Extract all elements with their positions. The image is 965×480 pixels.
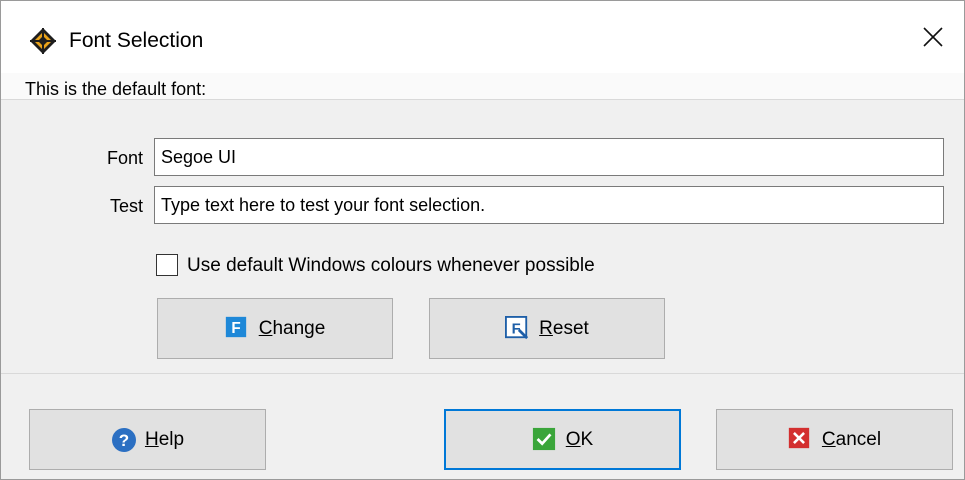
window-title: Font Selection bbox=[69, 29, 204, 52]
cancel-button[interactable]: Cancel bbox=[716, 409, 953, 470]
reset-button[interactable]: F Reset bbox=[429, 298, 665, 359]
change-button-label: Change bbox=[258, 317, 326, 339]
ok-button-label: OK bbox=[565, 428, 594, 450]
default-font-heading: This is the default font: bbox=[25, 79, 207, 99]
test-field[interactable]: Type text here to test your font selecti… bbox=[154, 186, 944, 224]
ok-button[interactable]: OK bbox=[444, 409, 681, 470]
help-button-label: Help bbox=[144, 428, 185, 450]
font-selection-dialog: Font Selection This is the default font:… bbox=[0, 0, 965, 480]
title-bar: Font Selection bbox=[1, 1, 964, 73]
checkmark-icon bbox=[532, 427, 558, 453]
help-icon: ? bbox=[111, 427, 137, 453]
font-label: Font bbox=[106, 148, 143, 168]
footer-separator bbox=[1, 373, 964, 374]
default-colours-checkbox[interactable] bbox=[156, 254, 178, 276]
font-f-icon: F bbox=[225, 316, 251, 342]
svg-text:?: ? bbox=[119, 431, 129, 450]
change-button[interactable]: F Change bbox=[157, 298, 393, 359]
svg-text:F: F bbox=[231, 319, 240, 336]
font-field[interactable]: Segoe UI bbox=[154, 138, 944, 176]
default-colours-label[interactable]: Use default Windows colours whenever pos… bbox=[187, 255, 595, 277]
compass-diamond-icon bbox=[29, 27, 57, 55]
help-button[interactable]: ? Help bbox=[29, 409, 266, 470]
cancel-button-label: Cancel bbox=[821, 428, 882, 450]
reset-button-label: Reset bbox=[539, 317, 589, 339]
test-label: Test bbox=[109, 196, 143, 216]
font-reset-icon: F bbox=[505, 315, 531, 342]
close-button[interactable] bbox=[902, 1, 964, 73]
cancel-x-icon bbox=[788, 427, 814, 453]
close-icon bbox=[923, 27, 943, 47]
